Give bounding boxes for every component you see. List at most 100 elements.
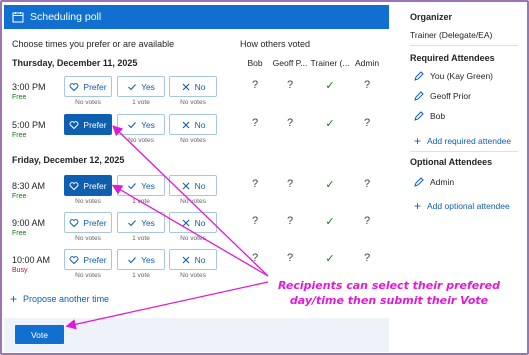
prefer-button[interactable]: Prefer <box>64 175 112 196</box>
no-response-icon: ? <box>363 252 371 264</box>
add-required-label: Add required attendee <box>427 136 512 146</box>
yes-vote-count: 1 vote <box>132 235 150 242</box>
attendee-you[interactable]: You (Kay Green) <box>414 71 493 81</box>
heart-icon <box>69 218 79 227</box>
prefer-label: Prefer <box>83 180 107 191</box>
heart-icon <box>69 82 79 91</box>
no-response-icon: ? <box>363 178 371 190</box>
no-response-icon: ? <box>363 79 371 91</box>
close-icon <box>182 83 189 90</box>
propose-time-link[interactable]: + Propose another time <box>10 292 109 306</box>
annotation-callout: Recipients can select their prefered day… <box>255 278 523 308</box>
plus-icon: + <box>414 199 422 213</box>
yes-label: Yes <box>141 119 155 130</box>
slot-availability: Free <box>12 132 27 139</box>
close-icon <box>182 219 189 226</box>
pencil-icon <box>414 91 424 101</box>
slot-availability: Free <box>12 230 27 237</box>
no-response-icon: ? <box>251 79 259 91</box>
close-icon <box>182 256 189 263</box>
slot-time: 5:00 PM <box>12 120 46 130</box>
divider <box>410 45 518 46</box>
calendar-poll-icon <box>12 12 24 23</box>
divider <box>410 151 518 152</box>
vote-button[interactable]: Vote <box>15 325 64 344</box>
yes-label: Yes <box>141 81 155 92</box>
yes-button[interactable]: Yes <box>117 212 165 233</box>
no-button[interactable]: No <box>169 114 217 135</box>
slot-time: 9:00 AM <box>12 218 46 228</box>
yes-button[interactable]: Yes <box>117 175 165 196</box>
attendee-bob[interactable]: Bob <box>414 111 445 121</box>
heart-icon <box>69 181 79 190</box>
yes-button[interactable]: Yes <box>117 76 165 97</box>
yes-vote-count: No votes <box>128 137 154 144</box>
add-optional-label: Add optional attendee <box>427 201 510 211</box>
prefer-button[interactable]: Prefer <box>64 249 112 270</box>
yes-vote-count: 1 vote <box>132 272 150 279</box>
close-icon <box>182 182 189 189</box>
poll-header: Scheduling poll <box>4 5 389 29</box>
no-vote-count: No votes <box>180 272 206 279</box>
attendee-admin[interactable]: Admin <box>414 177 454 187</box>
no-label: No <box>194 81 206 92</box>
checkmark-icon <box>128 121 136 128</box>
organizer-title: Organizer <box>410 12 453 22</box>
no-response-icon: ? <box>251 117 259 129</box>
voted-yes-icon: ✓ <box>325 253 335 265</box>
prefer-button[interactable]: Prefer <box>64 212 112 233</box>
slot-time: 8:30 AM <box>12 181 46 191</box>
pencil-icon <box>414 71 424 81</box>
column-admin: Admin <box>354 58 380 68</box>
heart-icon <box>69 255 79 264</box>
no-label: No <box>194 217 206 228</box>
yes-button[interactable]: Yes <box>117 249 165 270</box>
no-label: No <box>194 119 206 130</box>
no-button[interactable]: No <box>169 249 217 270</box>
checkmark-icon <box>128 219 136 226</box>
voted-yes-icon: ✓ <box>325 216 335 228</box>
poll-title: Scheduling poll <box>30 11 102 23</box>
slot-availability: Free <box>12 193 27 200</box>
no-label: No <box>194 254 206 265</box>
prefer-vote-count: No votes <box>75 235 101 242</box>
annotation-line-1: Recipients can select their prefered <box>277 279 501 292</box>
prefer-button[interactable]: Prefer <box>64 114 112 135</box>
required-title: Required Attendees <box>410 53 495 63</box>
yes-vote-count: 1 vote <box>132 198 150 205</box>
no-response-icon: ? <box>251 252 259 264</box>
no-response-icon: ? <box>251 178 259 190</box>
no-vote-count: No votes <box>180 99 206 106</box>
optional-title: Optional Attendees <box>410 157 493 167</box>
no-response-icon: ? <box>286 178 294 190</box>
yes-button[interactable]: Yes <box>117 114 165 135</box>
no-button[interactable]: No <box>169 175 217 196</box>
day-title-friday: Friday, December 12, 2025 <box>12 155 125 165</box>
add-required-attendee-link[interactable]: + Add required attendee <box>414 134 511 148</box>
slot-availability: Free <box>12 94 27 101</box>
attendee-geoff[interactable]: Geoff Prior <box>414 91 471 101</box>
no-label: No <box>194 180 206 191</box>
no-response-icon: ? <box>363 117 371 129</box>
yes-label: Yes <box>141 254 155 265</box>
heart-icon <box>69 120 79 129</box>
no-response-icon: ? <box>286 215 294 227</box>
attendee-name: You (Kay Green) <box>430 71 493 81</box>
no-button[interactable]: No <box>169 76 217 97</box>
no-response-icon: ? <box>286 117 294 129</box>
column-geoff: Geoff P... <box>272 58 308 68</box>
attendee-name: Bob <box>430 111 446 121</box>
no-response-icon: ? <box>286 252 294 264</box>
pencil-icon <box>414 177 424 187</box>
yes-label: Yes <box>141 217 155 228</box>
voted-yes-icon: ✓ <box>325 179 335 191</box>
choose-times-label: Choose times you prefer or are available <box>12 39 175 49</box>
no-button[interactable]: No <box>169 212 217 233</box>
yes-label: Yes <box>141 180 155 191</box>
prefer-vote-count: No votes <box>75 99 101 106</box>
no-response-icon: ? <box>251 215 259 227</box>
prefer-button[interactable]: Prefer <box>64 76 112 97</box>
no-vote-count: No votes <box>180 235 206 242</box>
add-optional-attendee-link[interactable]: + Add optional attendee <box>414 199 510 213</box>
plus-icon: + <box>10 292 18 306</box>
